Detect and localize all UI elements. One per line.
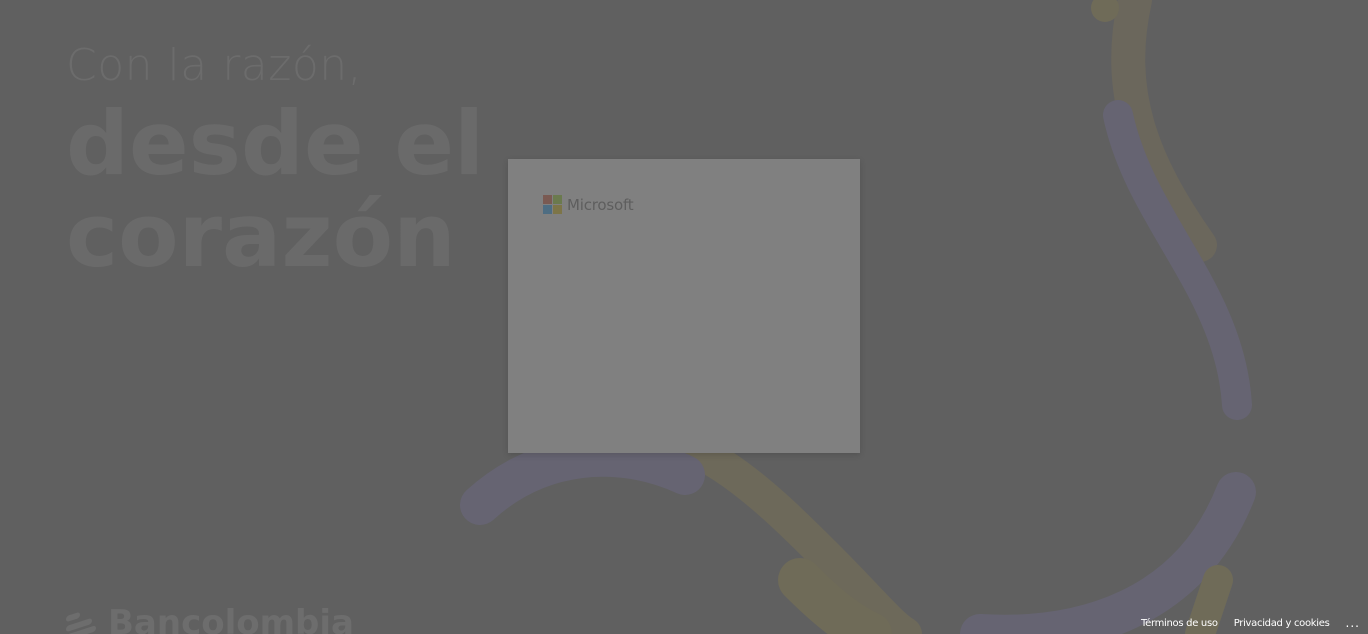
privacy-link[interactable]: Privacidad y cookies bbox=[1234, 618, 1330, 629]
logo-square-yellow bbox=[553, 205, 562, 214]
more-options-button[interactable]: ... bbox=[1346, 616, 1360, 630]
purple-ribbon-right bbox=[1103, 100, 1252, 420]
bancolombia-logo: Bancolombia bbox=[66, 600, 354, 634]
logo-square-green bbox=[553, 195, 562, 204]
footer: Términos de uso Privacidad y cookies ... bbox=[1141, 616, 1360, 630]
microsoft-logo: Microsoft bbox=[543, 195, 634, 214]
purple-ribbon-center bbox=[460, 436, 705, 525]
microsoft-logo-text: Microsoft bbox=[567, 195, 634, 214]
tagline-line2: desde el bbox=[66, 92, 485, 195]
logo-square-blue bbox=[543, 205, 552, 214]
page-background: Con la razón, desde el corazón Bancolomb… bbox=[0, 0, 1368, 634]
tagline-line3: corazón bbox=[66, 184, 456, 287]
signin-card: Microsoft bbox=[508, 159, 860, 453]
tagline-line1: Con la razón, bbox=[66, 40, 363, 91]
logo-square-red bbox=[543, 195, 552, 204]
terms-link[interactable]: Términos de uso bbox=[1141, 618, 1218, 629]
bancolombia-mark-icon bbox=[66, 600, 100, 634]
bancolombia-wordmark: Bancolombia bbox=[108, 603, 354, 634]
background-tagline: Con la razón, desde el corazón bbox=[66, 44, 484, 282]
microsoft-logo-icon bbox=[543, 195, 562, 214]
